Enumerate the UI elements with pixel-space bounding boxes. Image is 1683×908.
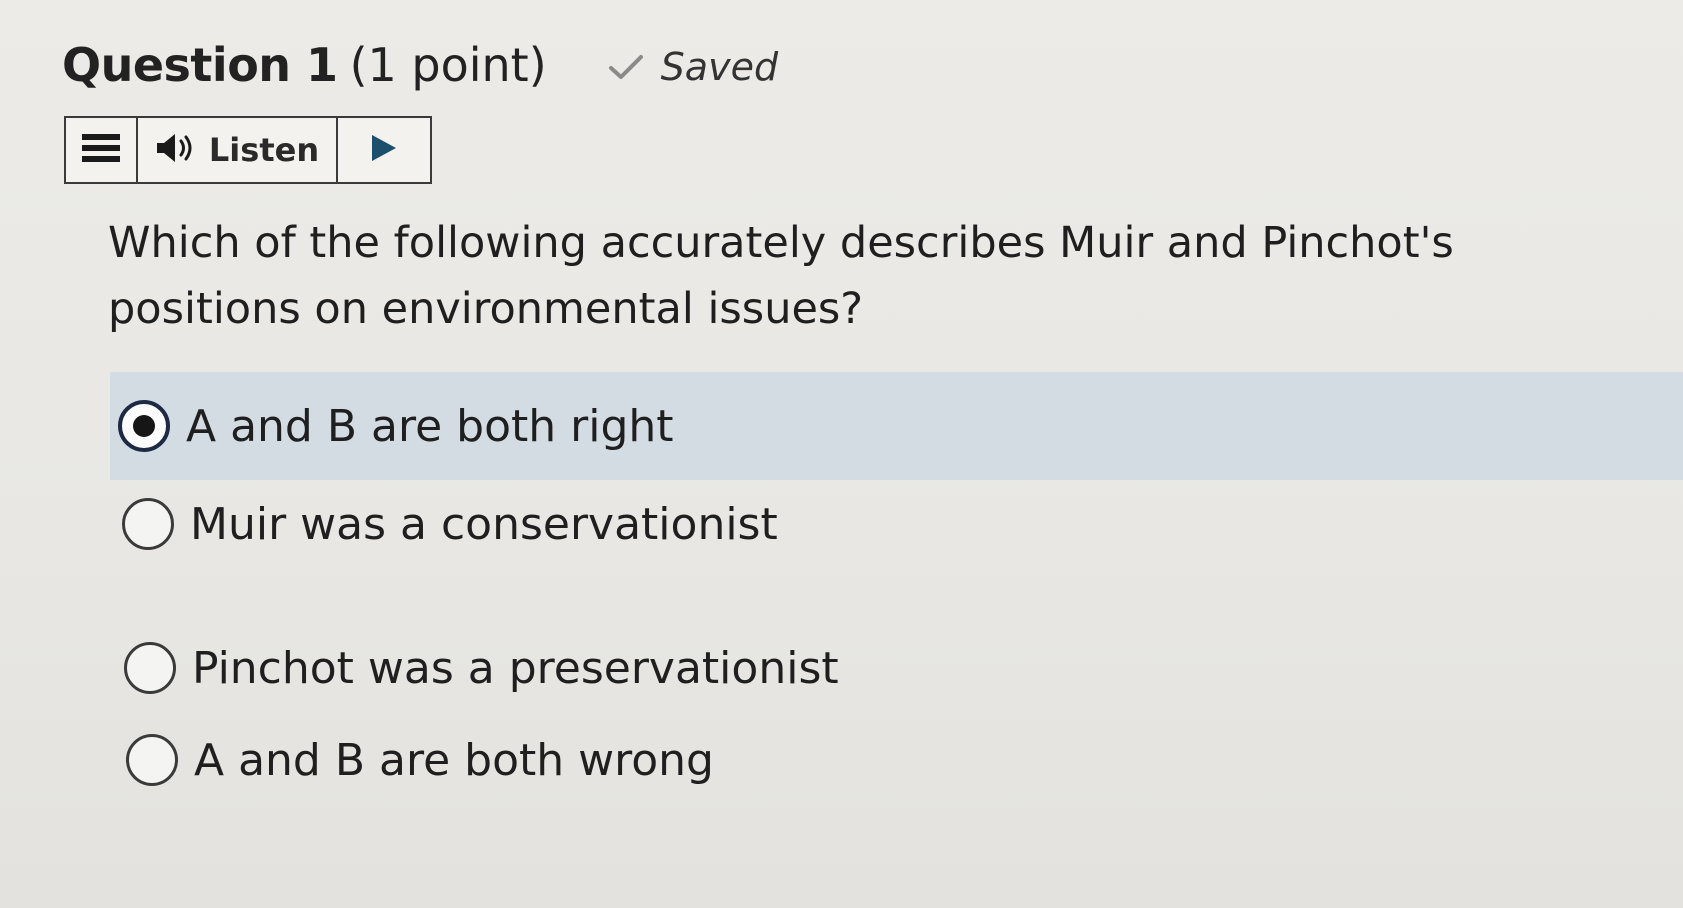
read-aloud-toolbar: Listen [64,116,432,184]
radio-button[interactable] [122,498,174,550]
saved-label: Saved [660,45,779,89]
speaker-icon [155,131,197,169]
radio-button[interactable] [126,734,178,786]
menu-button[interactable] [66,118,138,182]
answer-option-label: Muir was a conservationist [190,498,778,550]
play-button[interactable] [338,118,430,182]
question-prompt: Which of the following accurately descri… [108,218,1454,334]
listen-button[interactable]: Listen [138,118,338,182]
quiz-page: Question 1 (1 point) Saved Listen Which … [0,0,1683,908]
menu-icon [82,132,120,168]
question-points: (1 point) [349,38,547,92]
radio-button[interactable] [124,642,176,694]
answer-option-label: Pinchot was a preservationist [192,642,839,694]
checkmark-icon [607,53,647,81]
answer-option-2[interactable]: Muir was a conservationist [122,494,778,554]
answer-option-label: A and B are both right [186,400,674,452]
play-icon [369,132,399,168]
radio-dot [133,415,155,437]
answer-option-4[interactable]: A and B are both wrong [126,730,714,790]
save-status: Saved [607,45,778,89]
listen-label: Listen [208,131,320,169]
question-title: Question 1 [62,38,338,92]
answer-option-label: A and B are both wrong [194,734,714,786]
radio-button-selected[interactable] [118,400,170,452]
answer-option-1[interactable]: A and B are both right [110,372,1683,480]
answer-option-3[interactable]: Pinchot was a preservationist [124,638,839,698]
question-header: Question 1 (1 point) Saved [62,38,778,92]
